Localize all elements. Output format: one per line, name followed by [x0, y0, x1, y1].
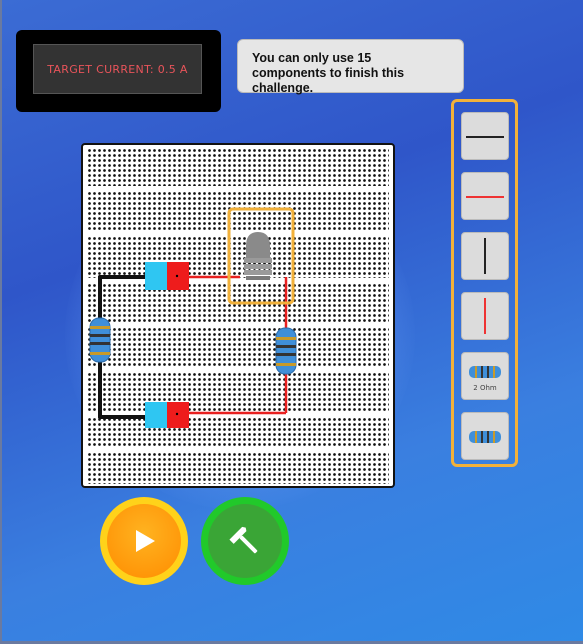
build-button[interactable] [201, 497, 289, 585]
build-button-face [208, 504, 282, 578]
play-button[interactable] [100, 497, 188, 585]
palette-resistor-2-ohm[interactable]: 2 Ohm [461, 352, 509, 400]
battery-bottom[interactable] [145, 402, 189, 428]
resistor-value-label: 2 Ohm [473, 384, 497, 392]
resistor-icon [469, 366, 501, 378]
palette-red-wire-vertical[interactable] [461, 292, 509, 340]
palette-resistor[interactable] [461, 412, 509, 460]
resistor-right[interactable] [275, 327, 297, 375]
frame-border-left [0, 0, 2, 644]
hammer-icon [229, 526, 258, 554]
black-wire-vertical-icon [484, 238, 486, 274]
component-palette: 2 Ohm [451, 99, 518, 467]
palette-black-wire[interactable] [461, 112, 509, 160]
palette-black-wire-vertical[interactable] [461, 232, 509, 280]
play-icon [136, 530, 155, 552]
bulb[interactable] [227, 207, 295, 305]
red-wire-vertical-icon [484, 298, 486, 334]
black-wire-icon [466, 136, 504, 138]
play-button-face [107, 504, 181, 578]
red-wire-icon [466, 196, 504, 198]
red-wire-path [189, 275, 288, 415]
resistor-icon [469, 431, 501, 443]
battery-top[interactable] [145, 262, 189, 290]
palette-red-wire[interactable] [461, 172, 509, 220]
resistor-left[interactable] [89, 317, 111, 363]
